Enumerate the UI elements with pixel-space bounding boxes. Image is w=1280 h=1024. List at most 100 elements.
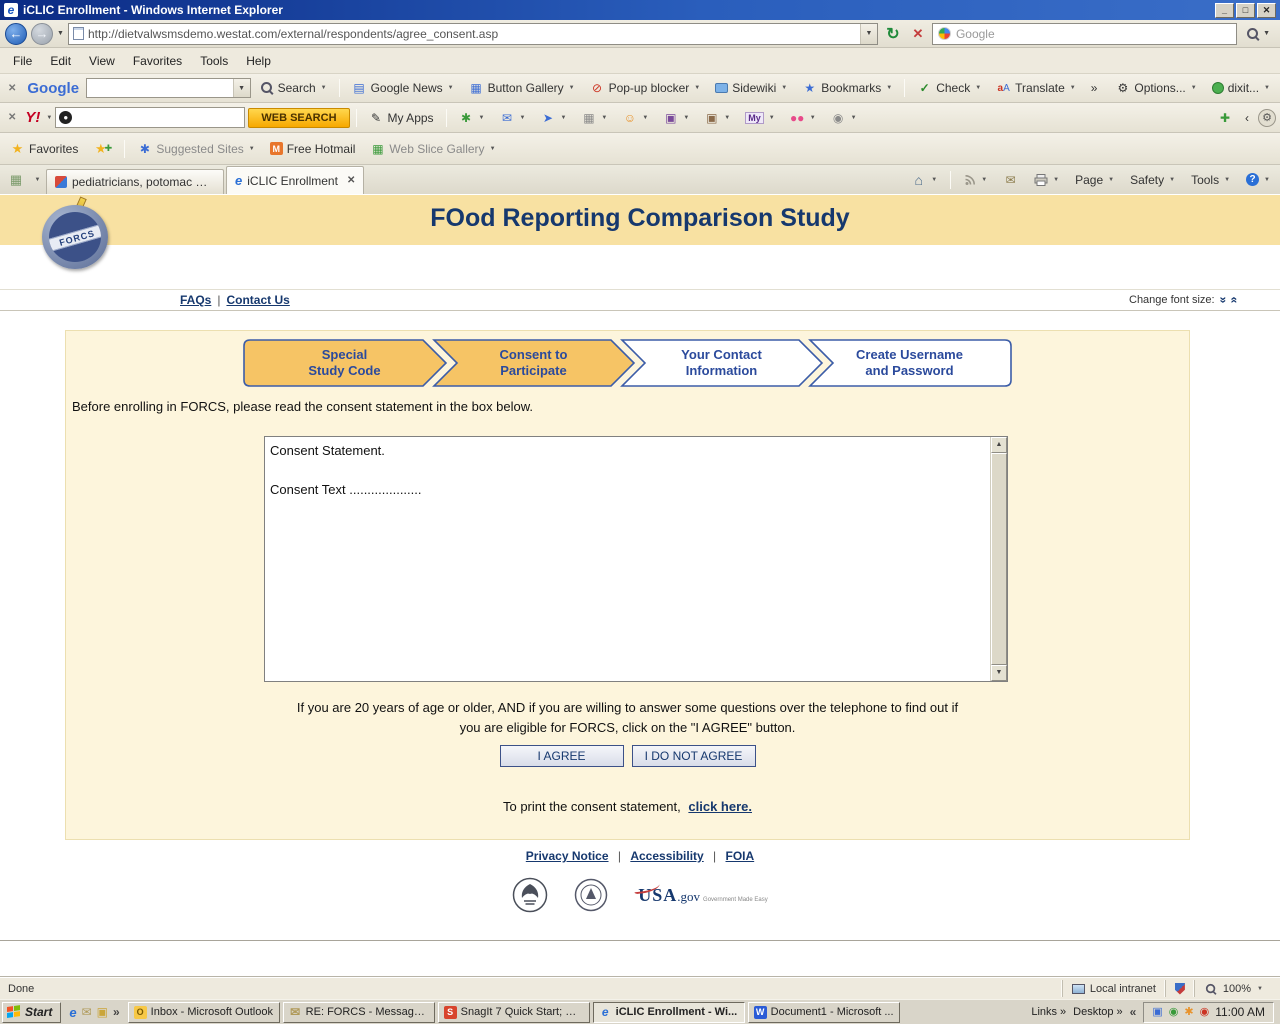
font-increase-icon[interactable]: « <box>1228 297 1242 304</box>
zoom-dropdown-icon[interactable]: ▼ <box>1257 986 1263 992</box>
spellcheck-button[interactable]: ✓ Check ▼ <box>911 78 987 99</box>
yahoo-apps-button[interactable]: ✱▼ <box>453 107 491 128</box>
my-apps-button[interactable]: ✎ My Apps <box>363 107 440 128</box>
yahoo-settings-gear-icon[interactable]: ⚙ <box>1258 109 1276 127</box>
yahoo-briefcase-button[interactable]: ▣▼ <box>698 107 736 128</box>
taskbar-task-iclic[interactable]: e iCLIC Enrollment - Wi... <box>593 1002 745 1023</box>
search-provider-dropdown-icon[interactable]: ▼ <box>1263 30 1270 37</box>
collapse-toolbar-button[interactable]: ‹ <box>1239 108 1255 128</box>
taskbar-task-outlook[interactable]: O Inbox - Microsoft Outlook <box>128 1002 280 1023</box>
menu-help[interactable]: Help <box>237 50 280 72</box>
taskbar-clock[interactable]: 11:00 AM <box>1215 1005 1265 1019</box>
free-hotmail-button[interactable]: M Free Hotmail <box>264 139 362 159</box>
yahoo-smiley-button[interactable]: ☺▼ <box>616 107 654 128</box>
print-button[interactable]: ▼ <box>1028 171 1065 189</box>
google-search-button[interactable]: Search ▼ <box>254 78 333 98</box>
tab-close-icon[interactable]: ✕ <box>347 175 355 186</box>
web-slice-gallery-button[interactable]: ▦ Web Slice Gallery ▼ <box>364 138 501 159</box>
tray-update-icon[interactable]: ◉ <box>1169 1007 1179 1018</box>
quicklaunch-folder-icon[interactable]: ▣ <box>97 1005 108 1019</box>
i-agree-button[interactable]: I AGREE <box>500 745 624 767</box>
tab-iclic-enrollment[interactable]: e iCLIC Enrollment ✕ <box>226 166 364 194</box>
links-toolbar[interactable]: Links » <box>1031 1006 1066 1018</box>
page-menu-button[interactable]: Page▼ <box>1069 170 1120 190</box>
tray-network-icon[interactable]: ▣ <box>1152 1007 1162 1018</box>
search-box[interactable]: Google <box>932 23 1237 45</box>
quicklaunch-mail-icon[interactable]: ✉ <box>82 1005 92 1019</box>
zoom-control[interactable]: 100% ▼ <box>1194 980 1272 997</box>
menu-edit[interactable]: Edit <box>41 50 80 72</box>
home-button[interactable]: ⌂▼ <box>905 169 943 190</box>
contact-us-link[interactable]: Contact Us <box>226 293 289 307</box>
quick-tabs-icon[interactable]: ▦ <box>4 169 28 191</box>
foia-link[interactable]: FOIA <box>726 849 755 863</box>
google-options-button[interactable]: ⚙ Options... ▼ <box>1109 78 1202 99</box>
feeds-button[interactable]: ▼ <box>958 171 993 189</box>
url-input[interactable] <box>88 27 856 41</box>
yahoo-mail-button[interactable]: ✉▼ <box>494 107 532 128</box>
url-dropdown-icon[interactable]: ▼ <box>860 24 877 44</box>
safety-menu-button[interactable]: Safety▼ <box>1124 170 1181 190</box>
stop-button[interactable]: ✕ <box>908 26 928 42</box>
tray-expand-chevron[interactable]: « <box>1130 1005 1137 1019</box>
usagov-logo[interactable]: USA .gov Government Made Easy <box>634 885 767 906</box>
popup-blocker-button[interactable]: ⊘ Pop-up blocker ▼ <box>584 78 707 99</box>
yahoo-camera-button[interactable]: ◉▼ <box>825 107 863 128</box>
scrollbar-thumb[interactable] <box>991 453 1007 665</box>
history-dropdown-icon[interactable]: ▼ <box>57 30 64 37</box>
favorites-button[interactable]: ★ Favorites <box>4 138 84 159</box>
read-mail-button[interactable]: ✉ <box>997 169 1024 190</box>
translate-button[interactable]: aA Translate ▼ <box>990 78 1082 99</box>
yahoo-answers-button[interactable]: ▦▼ <box>575 107 613 128</box>
help-menu-button[interactable]: ?▼ <box>1240 170 1276 189</box>
tab-list-dropdown-icon[interactable]: ▼ <box>30 169 44 191</box>
taskbar-task-word[interactable]: W Document1 - Microsoft ... <box>748 1002 900 1023</box>
print-consent-link[interactable]: click here. <box>688 799 752 814</box>
faqs-link[interactable]: FAQs <box>180 293 211 307</box>
menu-file[interactable]: File <box>4 50 41 72</box>
desktop-toolbar[interactable]: Desktop » <box>1073 1006 1122 1018</box>
google-search-dropdown-icon[interactable]: ▼ <box>233 79 250 97</box>
flickr-button[interactable]: ●●▼ <box>784 107 822 128</box>
google-account-button[interactable]: dixit... ▼ <box>1206 78 1276 98</box>
google-search-input[interactable]: ▼ <box>86 78 251 98</box>
maximize-button[interactable]: □ <box>1236 3 1255 18</box>
privacy-notice-link[interactable]: Privacy Notice <box>526 849 609 863</box>
google-toolbar-close-icon[interactable]: ✕ <box>4 83 20 94</box>
yahoo-toolbar-close-icon[interactable]: ✕ <box>4 112 20 123</box>
start-button[interactable]: Start <box>2 1002 61 1023</box>
yahoo-messenger-button[interactable]: ▣▼ <box>657 107 695 128</box>
menu-favorites[interactable]: Favorites <box>124 50 191 72</box>
scroll-up-icon[interactable]: ▲ <box>991 437 1007 453</box>
sidewiki-button[interactable]: Sidewiki ▼ <box>709 78 793 98</box>
taskbar-task-message[interactable]: ✉ RE: FORCS - Message (H... <box>283 1002 435 1023</box>
search-go-button[interactable]: ▼ <box>1241 22 1275 46</box>
quicklaunch-overflow-chevron[interactable]: » <box>113 1005 120 1019</box>
tab-pediatricians[interactable]: pediatricians, potomac md - ... <box>46 169 224 194</box>
tools-menu-button[interactable]: Tools▼ <box>1185 170 1236 190</box>
consent-scrollbar[interactable]: ▲ ▼ <box>990 437 1007 681</box>
minimize-button[interactable]: _ <box>1215 3 1234 18</box>
tray-volume-icon[interactable]: ✱ <box>1184 1007 1193 1018</box>
bookmarks-button[interactable]: ★ Bookmarks ▼ <box>796 78 898 99</box>
close-button[interactable]: ✕ <box>1257 3 1276 18</box>
tray-security-icon[interactable]: ◉ <box>1200 1007 1210 1018</box>
refresh-button[interactable]: ↻ <box>882 24 904 44</box>
consent-statement-box[interactable]: Consent Statement. Consent Text ........… <box>264 436 1008 682</box>
google-overflow-button[interactable]: » <box>1085 78 1104 98</box>
taskbar-task-snagit[interactable]: S SnagIt 7 Quick Start; Ca... <box>438 1002 590 1023</box>
add-favorite-button[interactable]: ★ ✚ <box>87 138 118 159</box>
menu-tools[interactable]: Tools <box>191 50 237 72</box>
button-gallery-button[interactable]: ▦ Button Gallery ▼ <box>463 78 581 99</box>
yahoo-share-button[interactable]: ➤▼ <box>534 107 572 128</box>
web-search-button[interactable]: WEB SEARCH <box>248 108 349 128</box>
dropdown-icon[interactable]: ▼ <box>46 115 52 121</box>
back-button[interactable]: ← <box>5 23 27 45</box>
yahoo-my-button[interactable]: My▼ <box>739 109 780 127</box>
suggested-sites-button[interactable]: ✱ Suggested Sites ▼ <box>131 138 260 159</box>
google-news-button[interactable]: ▤ Google News ▼ <box>346 78 460 99</box>
forward-button[interactable]: → <box>31 23 53 45</box>
yahoo-search-input[interactable]: ● <box>55 107 245 128</box>
scroll-down-icon[interactable]: ▼ <box>991 665 1007 681</box>
i-do-not-agree-button[interactable]: I DO NOT AGREE <box>632 745 756 767</box>
